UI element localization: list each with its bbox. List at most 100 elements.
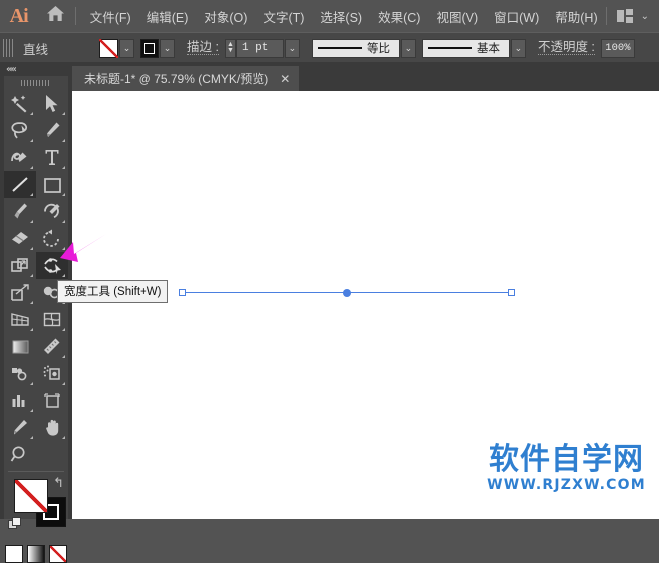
rectangle-icon	[43, 176, 62, 194]
hand-icon	[43, 418, 62, 437]
tools-panel-grip[interactable]	[4, 76, 68, 90]
none-mode-button[interactable]	[49, 545, 67, 563]
document-tab-title: 未标题-1* @ 75.79% (CMYK/预览)	[84, 70, 268, 87]
double-chevron-left-icon: ««	[6, 64, 15, 75]
rotate-tool[interactable]	[36, 225, 68, 252]
stroke-weight-stepper[interactable]: ▲▼	[225, 39, 236, 58]
menu-select[interactable]: 选择(S)	[312, 3, 370, 30]
shaper-icon	[42, 202, 62, 221]
line-segment-tool[interactable]	[4, 171, 36, 198]
column-graph-tool[interactable]	[4, 387, 36, 414]
stroke-swatch[interactable]	[140, 39, 159, 58]
tool-submenu-indicator	[30, 382, 33, 385]
free-transform-icon	[10, 283, 30, 302]
paintbrush-tool[interactable]	[4, 198, 36, 225]
chevron-down-icon[interactable]: ⌄	[641, 11, 649, 22]
menu-help[interactable]: 帮助(H)	[547, 3, 605, 30]
control-bar-grip[interactable]	[3, 39, 13, 57]
anchor-point-right[interactable]	[508, 289, 515, 296]
free-transform-tool[interactable]	[4, 279, 36, 306]
variable-width-profile-dropdown-button[interactable]: ⌄	[401, 39, 416, 58]
curvature-icon	[10, 148, 30, 167]
scale-icon	[10, 256, 30, 275]
gradient-icon	[11, 338, 30, 356]
slice-tool[interactable]	[4, 414, 36, 441]
stroke-weight-dropdown-button[interactable]: ⌄	[285, 39, 300, 58]
opacity-input[interactable]: 100%	[601, 39, 635, 58]
menu-bar-right: ⌄	[606, 7, 659, 25]
lasso-icon	[10, 121, 30, 140]
symbol-sprayer-tool[interactable]	[36, 360, 68, 387]
hand-tool[interactable]	[36, 414, 68, 441]
document-tab[interactable]: 未标题-1* @ 75.79% (CMYK/预览) ✕	[72, 66, 299, 91]
layout-switch-icon[interactable]	[617, 9, 633, 23]
menu-effect[interactable]: 效果(C)	[370, 3, 428, 30]
tool-submenu-indicator	[62, 436, 65, 439]
tool-submenu-indicator	[30, 112, 33, 115]
shaper-tool[interactable]	[36, 198, 68, 225]
bar-chart-icon	[10, 391, 30, 410]
type-T-icon	[44, 148, 60, 167]
measure-tool[interactable]	[36, 333, 68, 360]
menu-object[interactable]: 对象(O)	[196, 3, 255, 30]
curvature-tool[interactable]	[4, 144, 36, 171]
ruler-icon	[42, 337, 62, 356]
home-button[interactable]	[37, 0, 72, 32]
menu-type[interactable]: 文字(T)	[255, 3, 312, 30]
fill-dropdown-button[interactable]: ⌄	[119, 39, 134, 58]
stroke-weight-label[interactable]: 描边 :	[187, 41, 219, 55]
type-tool[interactable]	[36, 144, 68, 171]
default-fill-stroke-icon[interactable]	[8, 517, 22, 536]
anchor-point-left[interactable]	[179, 289, 186, 296]
illustrator-window: Ai 文件(F) 编辑(E) 对象(O) 文字(T) 选择(S) 效果(C) 视…	[0, 0, 659, 519]
opacity-label[interactable]: 不透明度 :	[538, 41, 595, 55]
width-tool[interactable]	[36, 252, 68, 279]
profile-preview-line	[318, 47, 362, 49]
menu-window[interactable]: 窗口(W)	[486, 3, 547, 30]
rectangle-tool[interactable]	[36, 171, 68, 198]
gradient-mode-button[interactable]	[27, 545, 45, 563]
menu-view[interactable]: 视图(V)	[428, 3, 486, 30]
close-icon[interactable]: ✕	[280, 73, 290, 85]
tool-submenu-indicator	[62, 355, 65, 358]
menu-edit[interactable]: 编辑(E)	[139, 3, 197, 30]
tool-tooltip: 宽度工具 (Shift+W)	[57, 280, 168, 303]
perspective-grid-tool[interactable]	[4, 306, 36, 333]
tool-submenu-indicator	[62, 247, 65, 250]
scale-tool[interactable]	[4, 252, 36, 279]
brush-definition-select[interactable]: 基本	[422, 39, 510, 58]
line-midpoint-handle[interactable]	[343, 289, 351, 297]
tool-grid	[4, 90, 68, 468]
app-logo: Ai	[0, 0, 37, 32]
pen-tool[interactable]	[36, 117, 68, 144]
artboard-tool[interactable]	[36, 387, 68, 414]
variable-width-profile-select[interactable]: 等比	[312, 39, 400, 58]
selected-object-label: 直线	[23, 39, 93, 58]
mesh-tool[interactable]	[36, 306, 68, 333]
swap-fill-stroke-icon[interactable]: ↰	[53, 476, 64, 489]
home-icon	[46, 5, 65, 27]
fill-color-swatch[interactable]	[14, 479, 48, 513]
tools-panel-collapse-button[interactable]: ««	[0, 62, 72, 76]
zoom-tool[interactable]	[4, 441, 36, 468]
blend-icon	[10, 364, 30, 383]
tool-submenu-indicator	[62, 220, 65, 223]
stroke-weight-input[interactable]: 1 pt	[236, 39, 284, 58]
eraser-tool[interactable]	[4, 225, 36, 252]
menu-file[interactable]: 文件(F)	[82, 3, 139, 30]
selection-tool[interactable]	[36, 90, 68, 117]
chevron-down-icon: ⌄	[123, 44, 131, 53]
stroke-dropdown-button[interactable]: ⌄	[160, 39, 175, 58]
blend-tool[interactable]	[4, 360, 36, 387]
color-mode-button[interactable]	[5, 545, 23, 563]
artboard-canvas[interactable]: 软件自学网 WWW.RJZXW.COM	[72, 91, 659, 519]
magnifier-icon	[10, 445, 30, 464]
fill-swatch[interactable]	[99, 39, 118, 58]
control-bar: 直线 ⌄ ⌄ 描边 : ▲▼ 1 pt ⌄ 等比 ⌄ 基本 ⌄ 不透明度 : 1…	[0, 32, 659, 64]
tool-submenu-indicator	[62, 112, 65, 115]
brush-definition-dropdown-button[interactable]: ⌄	[511, 39, 526, 58]
tool-submenu-indicator	[30, 436, 33, 439]
magic-wand-tool[interactable]	[4, 90, 36, 117]
gradient-tool[interactable]	[4, 333, 36, 360]
lasso-tool[interactable]	[4, 117, 36, 144]
